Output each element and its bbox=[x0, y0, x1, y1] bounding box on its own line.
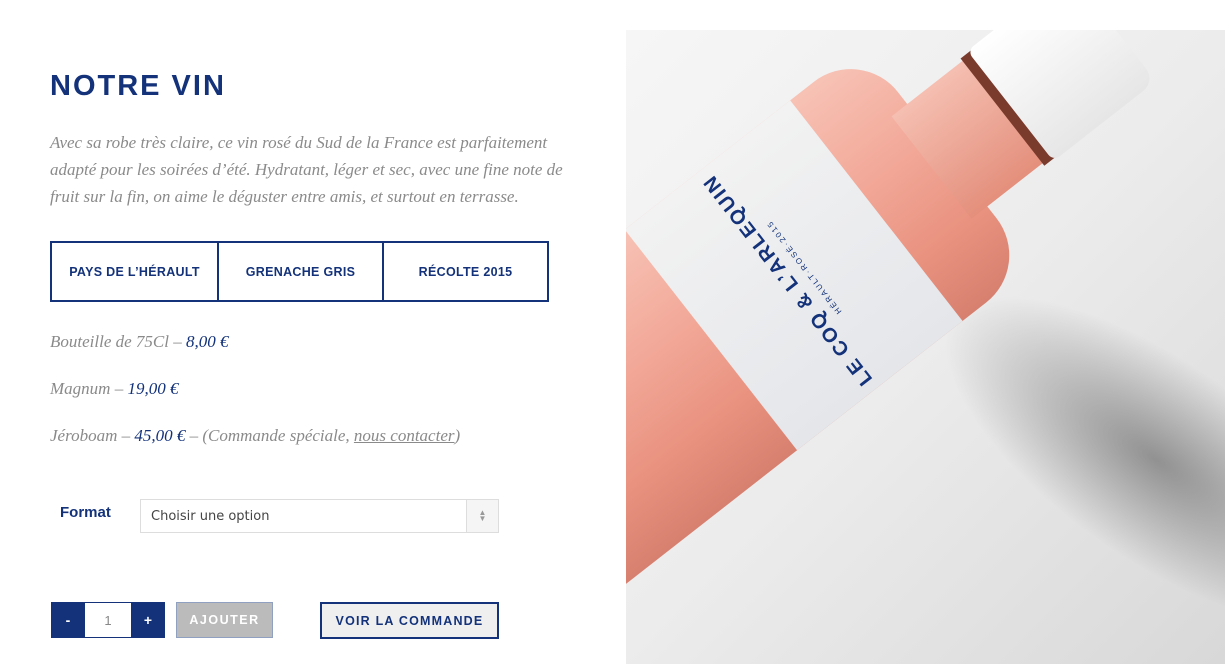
tag-grape: GRENACHE GRIS bbox=[217, 241, 384, 302]
price-value: 8,00 € bbox=[185, 332, 229, 351]
tag-region: PAYS DE L’HÉRAULT bbox=[50, 241, 219, 302]
view-order-button[interactable]: VOIR LA COMMANDE bbox=[320, 602, 499, 639]
select-arrows-icon: ▲ ▼ bbox=[466, 500, 498, 532]
price-value: 45,00 € bbox=[134, 426, 186, 445]
product-description: Avec sa robe très claire, ce vin rosé du… bbox=[50, 133, 563, 206]
price-label: Magnum – bbox=[50, 379, 124, 398]
page-title: NOTRE VIN bbox=[50, 70, 226, 102]
label-brand: LE COQ & L’ARLEQUIN bbox=[698, 169, 878, 390]
price-note-end: ) bbox=[454, 426, 461, 445]
decrease-button[interactable]: - bbox=[51, 602, 85, 638]
price-note: – (Commande spéciale, bbox=[189, 426, 350, 445]
quantity-input[interactable]: 1 bbox=[85, 602, 131, 638]
price-bottle: Bouteille de 75Cl – 8,00 € bbox=[50, 332, 228, 352]
product-photo: LE COQ & L’ARLEQUIN HÉRAULT·ROSÉ·2015 bbox=[626, 30, 1225, 664]
contact-link[interactable]: nous contacter bbox=[354, 426, 455, 445]
format-label: Format bbox=[60, 504, 111, 521]
format-select[interactable]: Choisir une option ▲ ▼ bbox=[140, 499, 499, 533]
product-tags: PAYS DE L’HÉRAULT GRENACHE GRIS RÉCOLTE … bbox=[50, 241, 549, 302]
price-value: 19,00 € bbox=[127, 379, 179, 398]
price-magnum: Magnum – 19,00 € bbox=[50, 379, 178, 399]
format-selected: Choisir une option bbox=[151, 508, 270, 524]
tag-vintage: RÉCOLTE 2015 bbox=[382, 241, 549, 302]
add-to-cart-button[interactable]: AJOUTER bbox=[176, 602, 273, 638]
quantity-stepper: - 1 + bbox=[51, 602, 165, 638]
price-label: Jéroboam – bbox=[50, 426, 131, 445]
price-jeroboam: Jéroboam – 45,00 € – (Commande spéciale,… bbox=[50, 426, 460, 446]
price-label: Bouteille de 75Cl – bbox=[50, 332, 182, 351]
increase-button[interactable]: + bbox=[131, 602, 165, 638]
label-sub: HÉRAULT·ROSÉ·2015 bbox=[764, 218, 844, 316]
